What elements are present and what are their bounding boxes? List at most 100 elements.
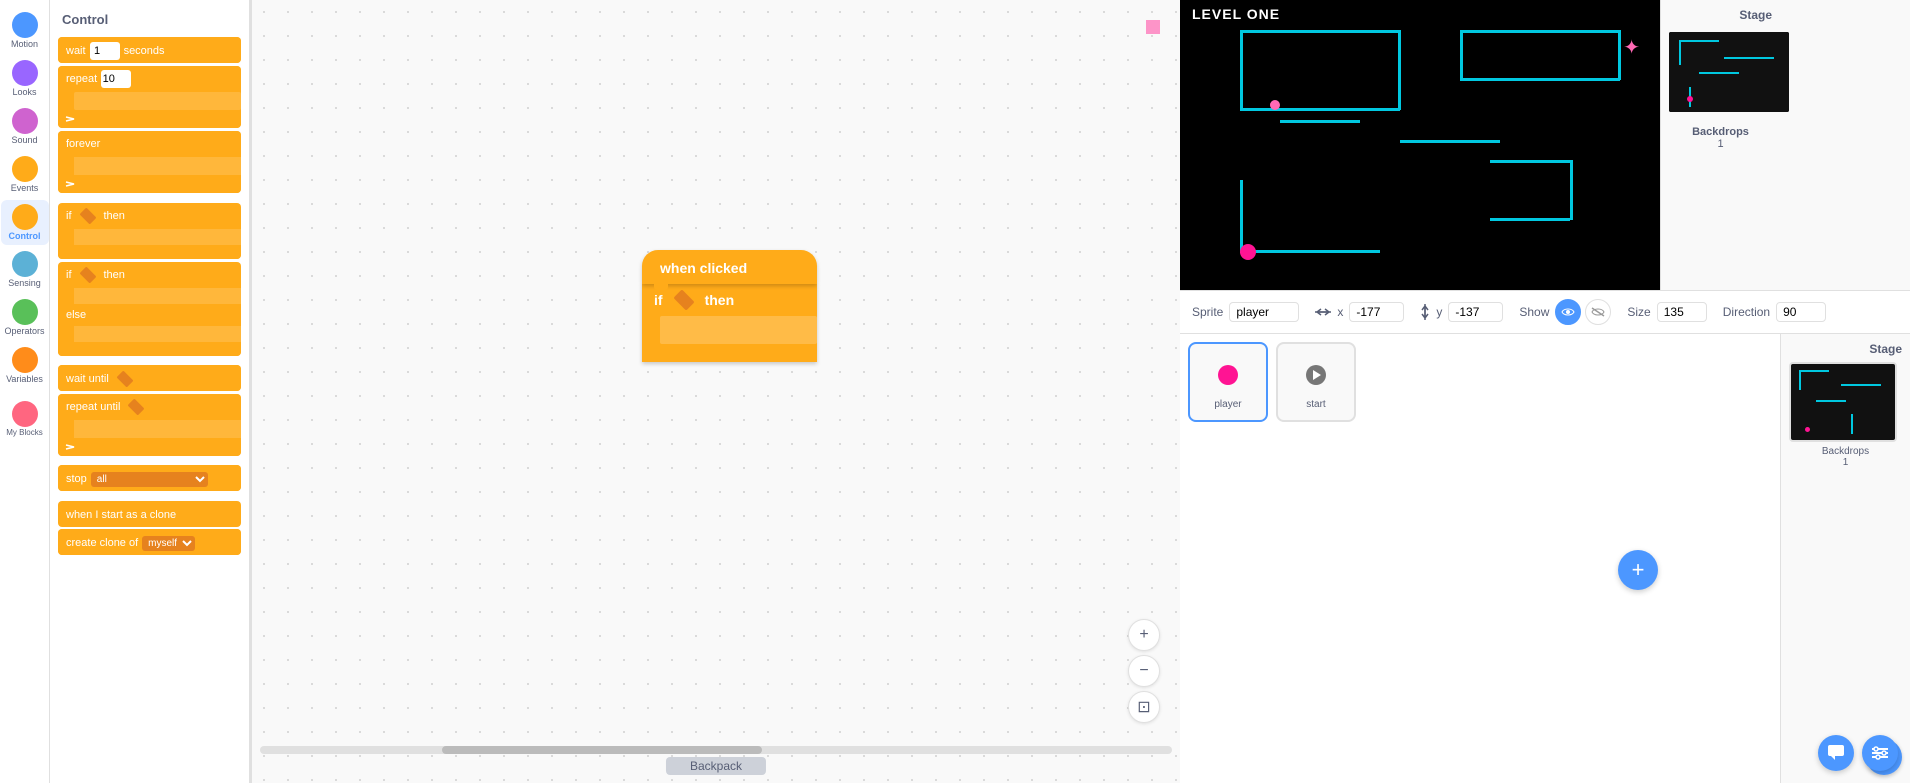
sprite-item-player[interactable]: player	[1188, 342, 1268, 422]
maze-wall-3	[1398, 30, 1401, 110]
maze-wall-1	[1240, 30, 1400, 33]
player-sprite-icon	[1218, 365, 1238, 385]
backpack-bar[interactable]: Backpack	[666, 757, 766, 775]
forever-arrow-icon	[64, 180, 76, 188]
seconds-label: seconds	[124, 45, 165, 57]
if-block[interactable]: if then	[58, 203, 241, 259]
then-label-canvas: then	[705, 292, 735, 308]
canvas-area[interactable]: when clicked if then	[252, 0, 1180, 783]
add-sprite-button[interactable]: +	[1618, 550, 1658, 590]
player-sprite-name: player	[1214, 399, 1241, 410]
sprites-section: player start +	[1180, 334, 1780, 783]
zoom-out-button[interactable]: −	[1128, 655, 1160, 687]
when-clone-label: when I start as a clone	[66, 509, 176, 521]
backdrops-section: Backdrops 1	[1669, 122, 1772, 150]
chat-icon	[1827, 744, 1845, 762]
create-clone-block[interactable]: create clone of myself	[58, 529, 241, 555]
sprite-info-bar: Sprite x y Show	[1180, 290, 1910, 333]
if-label-canvas: if	[654, 292, 663, 308]
if-condition-slot	[79, 208, 96, 225]
wait-until-block[interactable]: wait until	[58, 365, 241, 391]
wait-label: wait	[66, 45, 86, 57]
wait-input[interactable]	[90, 42, 120, 60]
player-sprite	[1240, 244, 1256, 260]
sidebar-item-variables[interactable]: Variables	[1, 343, 49, 389]
size-field: Size	[1627, 302, 1706, 322]
sidebar-item-motion[interactable]: Motion	[1, 8, 49, 54]
zoom-in-button[interactable]: +	[1128, 619, 1160, 651]
show-hidden-button[interactable]	[1585, 299, 1611, 325]
y-input[interactable]	[1448, 302, 1503, 322]
x-input[interactable]	[1349, 302, 1404, 322]
add-sprite-area: +	[1188, 430, 1668, 470]
looks-label: Looks	[12, 88, 36, 98]
repeat-block[interactable]: repeat	[58, 66, 241, 128]
player-sprite-preview	[1203, 355, 1253, 395]
if-else-block[interactable]: if then else	[58, 262, 241, 356]
top-right-area: LEVEL ONE ✦	[1180, 0, 1910, 290]
sidebar-item-sensing[interactable]: Sensing	[1, 247, 49, 293]
forever-inner-slot	[74, 157, 241, 175]
show-visible-button[interactable]	[1555, 299, 1581, 325]
my-blocks-dot	[12, 401, 38, 427]
chat-button[interactable]	[1818, 735, 1854, 771]
sidebar-item-events[interactable]: Events	[1, 152, 49, 198]
blocks-panel-title: Control	[50, 8, 249, 35]
scrollbar-thumb[interactable]	[442, 746, 761, 754]
if-else-condition-slot	[79, 267, 96, 284]
mini-stage-thumb[interactable]	[1669, 32, 1789, 112]
zoom-fit-button[interactable]: ⊡	[1128, 691, 1160, 723]
stage-right-panel: Stage Backdrops 1	[1660, 0, 1780, 290]
sidebar-item-operators[interactable]: Operators	[1, 295, 49, 341]
wait-block[interactable]: wait seconds	[58, 37, 241, 63]
stop-select[interactable]: all this script other scripts in sprite	[91, 472, 208, 487]
when-clone-block[interactable]: when I start as a clone	[58, 501, 241, 527]
if-end-cap	[642, 344, 817, 362]
if-else-bottom	[58, 342, 241, 356]
eye-closed-icon	[1591, 307, 1605, 317]
when-clicked-block[interactable]: when clicked	[642, 250, 817, 284]
if-else-then-slot	[74, 288, 241, 304]
then-label-1: then	[104, 210, 125, 222]
if-then-canvas-block[interactable]: if then	[642, 284, 817, 362]
stage-canvas: LEVEL ONE ✦	[1180, 0, 1660, 290]
sidebar-item-looks[interactable]: Looks	[1, 56, 49, 102]
maze-wall-14	[1240, 180, 1243, 250]
stop-label: stop	[66, 473, 87, 485]
motion-dot	[12, 12, 38, 38]
repeat-until-arrow-icon	[64, 443, 76, 451]
maze-wall-11	[1490, 160, 1570, 163]
stage-section-label: Stage	[1789, 342, 1902, 356]
forever-block[interactable]: forever	[58, 131, 241, 193]
sidebar-item-sound[interactable]: Sound	[1, 104, 49, 150]
stage-thumbnail[interactable]	[1789, 362, 1897, 442]
sprite-item-start[interactable]: start	[1276, 342, 1356, 422]
thumb-player	[1805, 427, 1810, 432]
mini-player	[1687, 96, 1693, 102]
eye-open-icon	[1561, 307, 1575, 317]
if-then-top-row: if then	[642, 284, 817, 316]
control-label: Control	[9, 232, 41, 242]
create-clone-select[interactable]: myself	[142, 536, 195, 551]
if-inner-slot-canvas	[660, 316, 817, 344]
repeat-input[interactable]	[101, 70, 131, 88]
settings-button[interactable]	[1862, 735, 1898, 771]
start-sprite-name: start	[1306, 399, 1325, 410]
sprite-name-input[interactable]	[1229, 302, 1299, 322]
thumb-wall-5	[1851, 414, 1853, 434]
when-block-notch	[654, 284, 668, 290]
maze-wall-9	[1280, 120, 1360, 123]
canvas-scrollbar[interactable]	[252, 745, 1180, 755]
sensing-label: Sensing	[8, 279, 41, 289]
direction-input[interactable]	[1776, 302, 1826, 322]
size-input[interactable]	[1657, 302, 1707, 322]
forever-label: forever	[66, 138, 100, 150]
sidebar-item-control[interactable]: Control	[1, 200, 49, 246]
stage-panel-header: Stage	[1669, 8, 1772, 22]
spacer-2	[50, 359, 249, 363]
maze-wall-8	[1460, 78, 1620, 81]
sidebar-item-my-blocks[interactable]: My Blocks	[1, 397, 49, 442]
stop-block[interactable]: stop all this script other scripts in sp…	[58, 465, 241, 491]
maze-wall-10	[1400, 140, 1500, 143]
repeat-until-block[interactable]: repeat until	[58, 394, 241, 456]
